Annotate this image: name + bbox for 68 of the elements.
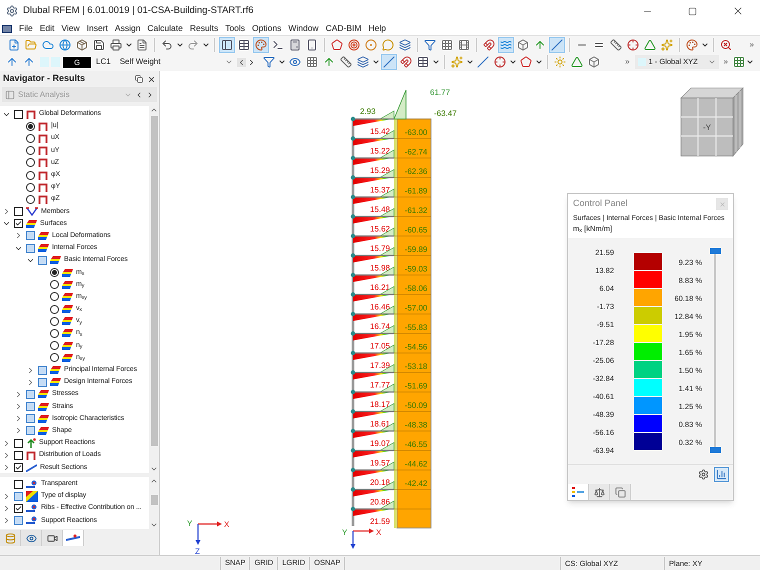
wall-value: -53.18 — [404, 362, 428, 371]
wall-value: -61.32 — [404, 206, 428, 215]
menu-item[interactable]: Help — [368, 23, 386, 34]
menu-item[interactable]: Calculate — [147, 23, 183, 34]
slab-value: 15.37 — [370, 186, 390, 194]
wall-value: -63.00 — [404, 128, 428, 137]
wall-value: -58.06 — [404, 284, 428, 293]
diagram-value: -63.47 — [434, 109, 457, 118]
slab-value: 15.98 — [370, 264, 390, 272]
slab-value: 18.17 — [370, 400, 390, 409]
wall-value: -51.69 — [404, 382, 428, 390]
wall-value: -46.55 — [404, 440, 428, 449]
window-title: Dlubal RFEM | 6.01.0019 | 01-CSA-Building-START.rf6 — [23, 4, 254, 18]
slab-value: 19.07 — [370, 439, 390, 448]
menu-item[interactable]: Options — [252, 23, 282, 34]
slab-value: 19.57 — [370, 458, 390, 468]
menu-item[interactable]: Results — [190, 23, 218, 34]
slab-value: 15.79 — [370, 244, 390, 253]
toolbar-overflow[interactable]: » — [625, 56, 630, 68]
menu-item[interactable]: Insert — [86, 23, 108, 34]
cube-face-label: -Y — [703, 123, 711, 132]
diagram-value: 2.93 — [360, 107, 376, 116]
slab-value: 16.21 — [370, 283, 390, 292]
slab-value: 20.86 — [370, 498, 390, 506]
wall-value: -48.38 — [404, 420, 428, 430]
wall-value: -57.00 — [404, 304, 428, 312]
load-case-number: LC1 — [96, 56, 111, 68]
menu-item[interactable]: Tools — [225, 23, 246, 34]
wall-value: -61.89 — [404, 186, 428, 196]
axis-label: X — [376, 528, 382, 537]
toolbar-overflow[interactable]: » — [724, 56, 728, 68]
wall-value: -42.42 — [404, 479, 428, 488]
slab-value: 20.18 — [370, 478, 390, 487]
menu-item[interactable]: File — [19, 23, 33, 34]
slab-value: 18.61 — [370, 420, 390, 428]
slab-value: 15.42 — [370, 127, 390, 136]
menu-item[interactable]: Window — [288, 23, 319, 34]
panel-title: Control Panel — [573, 197, 628, 210]
slab-value: 21.59 — [370, 517, 390, 526]
slab-value: 17.05 — [370, 342, 390, 350]
menu-item[interactable]: View — [61, 23, 80, 34]
slab-value: 15.29 — [370, 166, 390, 175]
axis-label: Y — [342, 528, 348, 537]
wall-value: -60.65 — [404, 226, 428, 234]
wall-value: -62.36 — [404, 167, 428, 176]
axis-label: Y — [187, 519, 192, 528]
wall-value: -50.09 — [404, 401, 428, 410]
slab-value: 16.46 — [370, 302, 390, 312]
slab-value: 15.22 — [370, 146, 390, 156]
menu-item[interactable]: Assign — [114, 23, 140, 34]
slab-value: 17.77 — [370, 380, 390, 390]
axis-label: Z — [195, 547, 200, 555]
menu-item[interactable]: Edit — [40, 23, 54, 34]
wall-value: -44.62 — [404, 460, 428, 468]
slab-value: 15.48 — [370, 205, 390, 214]
menu-item[interactable]: CAD-BIM — [326, 23, 362, 34]
wall-value: -59.03 — [404, 264, 428, 274]
panel-title: Navigator - Results — [3, 72, 86, 86]
wall-value: -55.83 — [404, 323, 428, 332]
slab-value: 17.39 — [370, 361, 390, 370]
wall-value: -62.74 — [404, 148, 428, 156]
toolbar-overflow[interactable]: » — [750, 38, 754, 50]
slab-value: 15.62 — [370, 224, 390, 234]
slab-value: 16.74 — [370, 322, 390, 331]
diagram-value: 61.77 — [430, 88, 450, 97]
wall-value: -54.56 — [404, 342, 428, 352]
wall-value: -59.89 — [404, 245, 428, 254]
axis-label: X — [224, 520, 230, 529]
